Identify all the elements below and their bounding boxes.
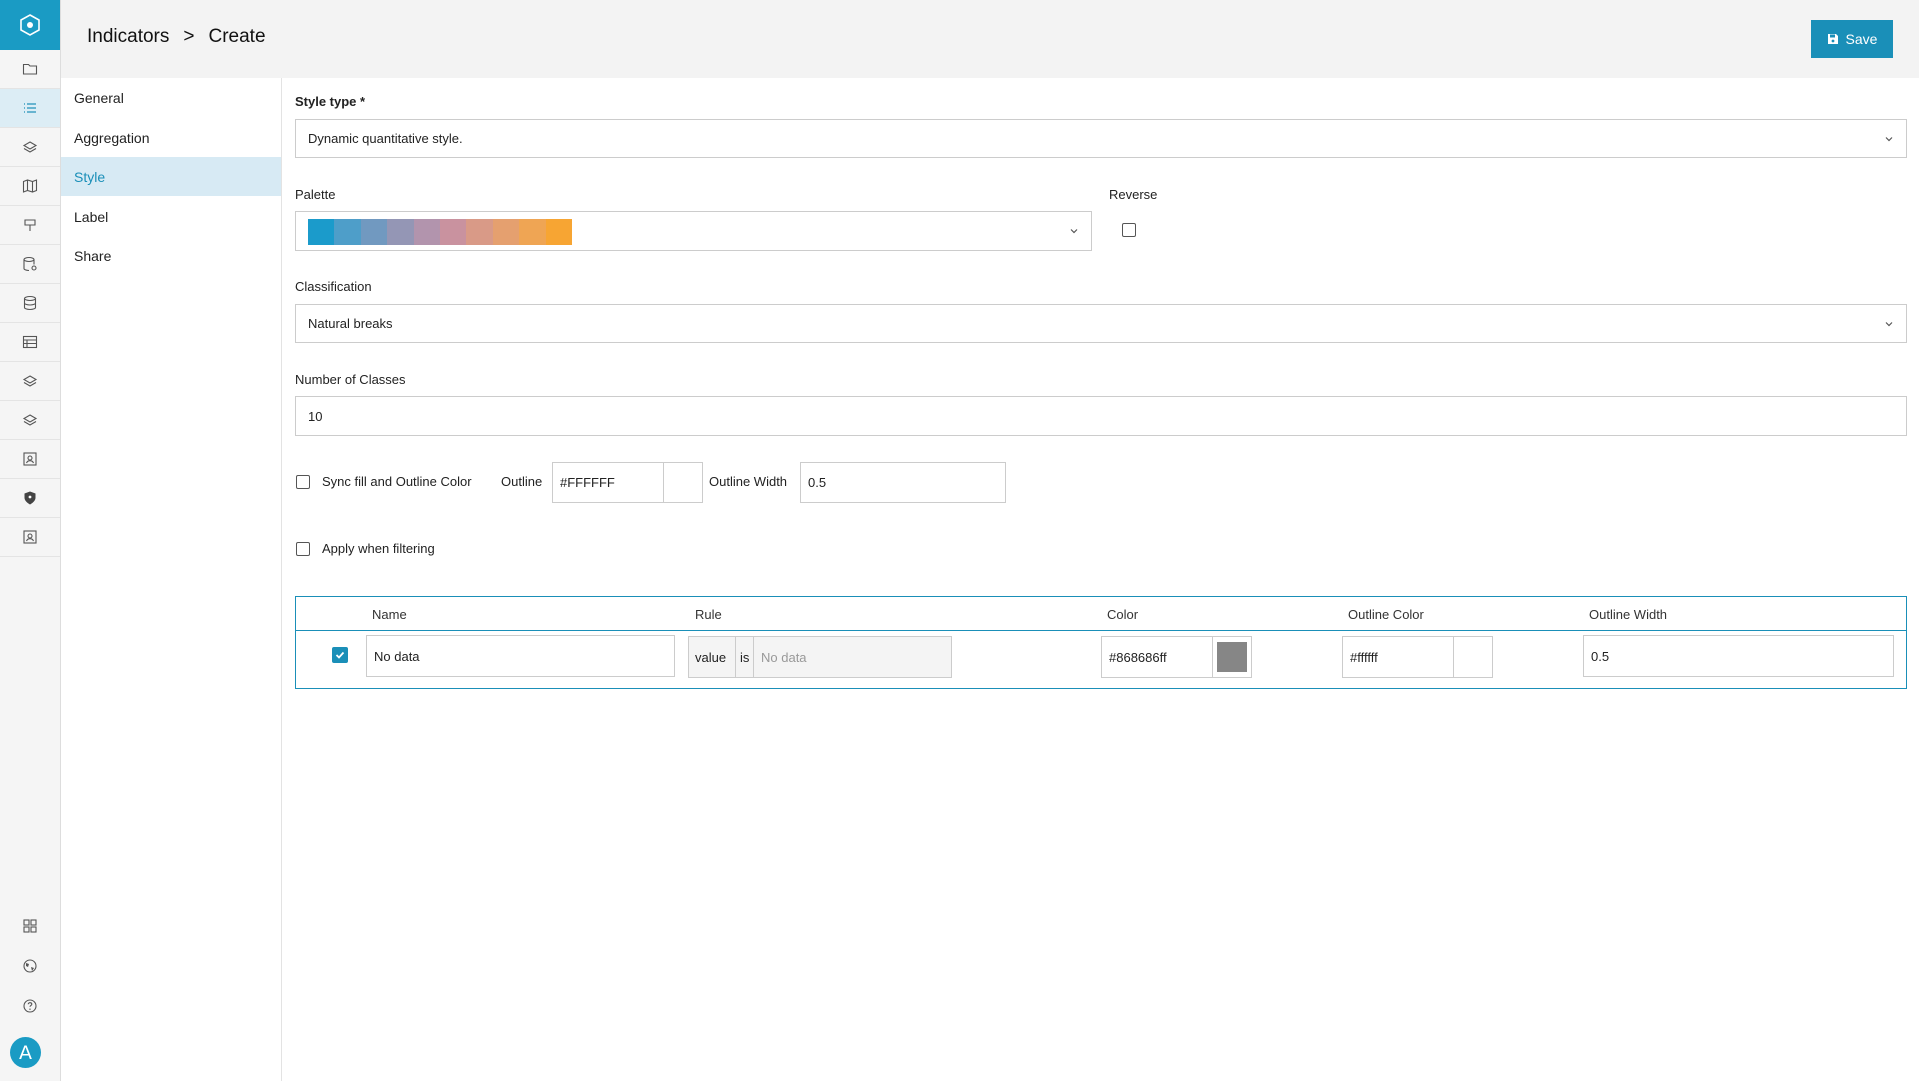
shield-icon[interactable] xyxy=(0,479,60,518)
row-checkbox[interactable] xyxy=(332,647,348,663)
grid-icon[interactable] xyxy=(0,906,60,945)
stack-icon[interactable] xyxy=(0,401,60,440)
apply-filter-label: Apply when filtering xyxy=(322,541,435,556)
outline-color-value: #FFFFFF xyxy=(560,475,615,490)
folder-icon[interactable] xyxy=(0,50,60,89)
col-outline-width: Outline Width xyxy=(1589,607,1668,622)
outline-color-swatch[interactable] xyxy=(663,462,703,503)
row-outline-color-value: #ffffff xyxy=(1350,649,1378,665)
app-logo-icon[interactable] xyxy=(0,0,60,50)
col-color: Color xyxy=(1107,607,1139,622)
palette-swatch xyxy=(466,219,493,245)
map-icon[interactable] xyxy=(0,167,60,206)
chevron-down-icon xyxy=(1070,229,1078,234)
globe-icon[interactable] xyxy=(0,946,60,985)
chevron-down-icon xyxy=(1885,321,1893,326)
palette-swatch xyxy=(440,219,467,245)
row-name-input[interactable]: No data xyxy=(366,635,675,677)
outline-width-input[interactable]: 0.5 xyxy=(800,462,1006,503)
breadcrumb: Indicators > Create xyxy=(87,26,266,48)
layers-icon[interactable] xyxy=(0,128,60,167)
nav-general[interactable]: General xyxy=(61,78,281,117)
style-type-select[interactable]: Dynamic quantitative style. xyxy=(295,119,1907,158)
table-icon[interactable] xyxy=(0,323,60,362)
style-type-value: Dynamic quantitative style. xyxy=(308,131,463,146)
outline-width-value: 0.5 xyxy=(808,475,827,490)
nav-style[interactable]: Style xyxy=(61,157,281,196)
help-icon[interactable] xyxy=(0,986,60,1025)
outline-color-input[interactable]: #FFFFFF xyxy=(552,462,664,503)
row-name-value: No data xyxy=(374,648,420,664)
database-search-icon[interactable] xyxy=(0,245,60,284)
num-classes-value: 10 xyxy=(308,408,323,424)
nav-share[interactable]: Share xyxy=(61,236,281,275)
palette-swatch xyxy=(334,219,361,245)
palette-swatch xyxy=(413,219,441,245)
app-rail: A xyxy=(0,0,61,1081)
avatar[interactable]: A xyxy=(10,1037,41,1068)
classification-label: Classification xyxy=(295,279,372,294)
database-icon[interactable] xyxy=(0,284,60,323)
sync-color-label: Sync fill and Outline Color xyxy=(322,474,472,489)
row-outline-color-swatch[interactable] xyxy=(1453,636,1493,678)
outline-width-label: Outline Width xyxy=(709,474,788,489)
classification-select[interactable]: Natural breaks xyxy=(295,304,1907,343)
row-outline-width-input[interactable]: 0.5 xyxy=(1583,635,1894,677)
style-type-label: Style type * xyxy=(295,94,366,109)
user-card-icon[interactable] xyxy=(0,518,60,557)
rule-field-value: value xyxy=(695,649,727,665)
save-label: Save xyxy=(1845,31,1878,47)
col-outline-color: Outline Color xyxy=(1348,607,1424,622)
col-name: Name xyxy=(372,607,407,622)
reverse-checkbox[interactable] xyxy=(1122,223,1136,237)
nav-aggregation[interactable]: Aggregation xyxy=(61,118,281,157)
row-color-swatch[interactable] xyxy=(1212,636,1252,678)
table-header: Name Rule Color Outline Color Outline Wi… xyxy=(296,597,1906,631)
breadcrumb-separator: > xyxy=(183,26,195,47)
page-header xyxy=(61,0,1919,78)
palette-swatches xyxy=(308,219,573,245)
outline-label: Outline xyxy=(501,474,543,489)
section-nav: General Aggregation Style Label Share xyxy=(61,78,282,1081)
breadcrumb-current: Create xyxy=(208,26,266,47)
palette-swatch xyxy=(492,219,520,245)
save-icon xyxy=(1827,34,1838,44)
row-color-input[interactable]: #868686ff xyxy=(1101,636,1213,678)
rule-field[interactable]: value xyxy=(688,636,736,678)
apply-filter-checkbox[interactable] xyxy=(296,542,310,556)
save-button[interactable]: Save xyxy=(1811,20,1893,58)
rule-value-placeholder: No data xyxy=(761,649,807,665)
palette-swatch xyxy=(360,219,388,245)
palette-swatch xyxy=(545,219,573,245)
palette-swatch xyxy=(308,219,335,245)
breadcrumb-parent[interactable]: Indicators xyxy=(87,26,169,47)
rule-operator-value: is xyxy=(740,649,750,665)
chevron-down-icon xyxy=(1885,136,1893,141)
style-rules-table: Name Rule Color Outline Color Outline Wi… xyxy=(295,596,1907,689)
table-row: No data value is No data #868686ff #ffff… xyxy=(296,631,1906,688)
row-color-value: #868686ff xyxy=(1109,649,1167,665)
nav-label[interactable]: Label xyxy=(61,197,281,236)
layers-alt-icon[interactable] xyxy=(0,362,60,401)
palette-label: Palette xyxy=(295,187,336,202)
check-icon xyxy=(335,651,345,659)
classification-value: Natural breaks xyxy=(308,316,393,331)
palette-swatch xyxy=(519,219,546,245)
pin-icon[interactable] xyxy=(0,206,60,245)
contact-card-icon[interactable] xyxy=(0,440,60,479)
list-icon[interactable] xyxy=(0,89,60,128)
reverse-label: Reverse xyxy=(1109,187,1158,202)
rule-operator[interactable]: is xyxy=(735,636,754,678)
palette-select[interactable] xyxy=(295,211,1092,251)
rule-value-input[interactable]: No data xyxy=(753,636,952,678)
sync-color-checkbox[interactable] xyxy=(296,475,310,489)
num-classes-input[interactable]: 10 xyxy=(295,396,1907,436)
num-classes-label: Number of Classes xyxy=(295,372,406,387)
row-outline-width-value: 0.5 xyxy=(1591,648,1610,664)
col-rule: Rule xyxy=(695,607,722,622)
row-outline-color-input[interactable]: #ffffff xyxy=(1342,636,1454,678)
color-swatch-fill xyxy=(1217,642,1247,672)
palette-swatch xyxy=(387,219,414,245)
